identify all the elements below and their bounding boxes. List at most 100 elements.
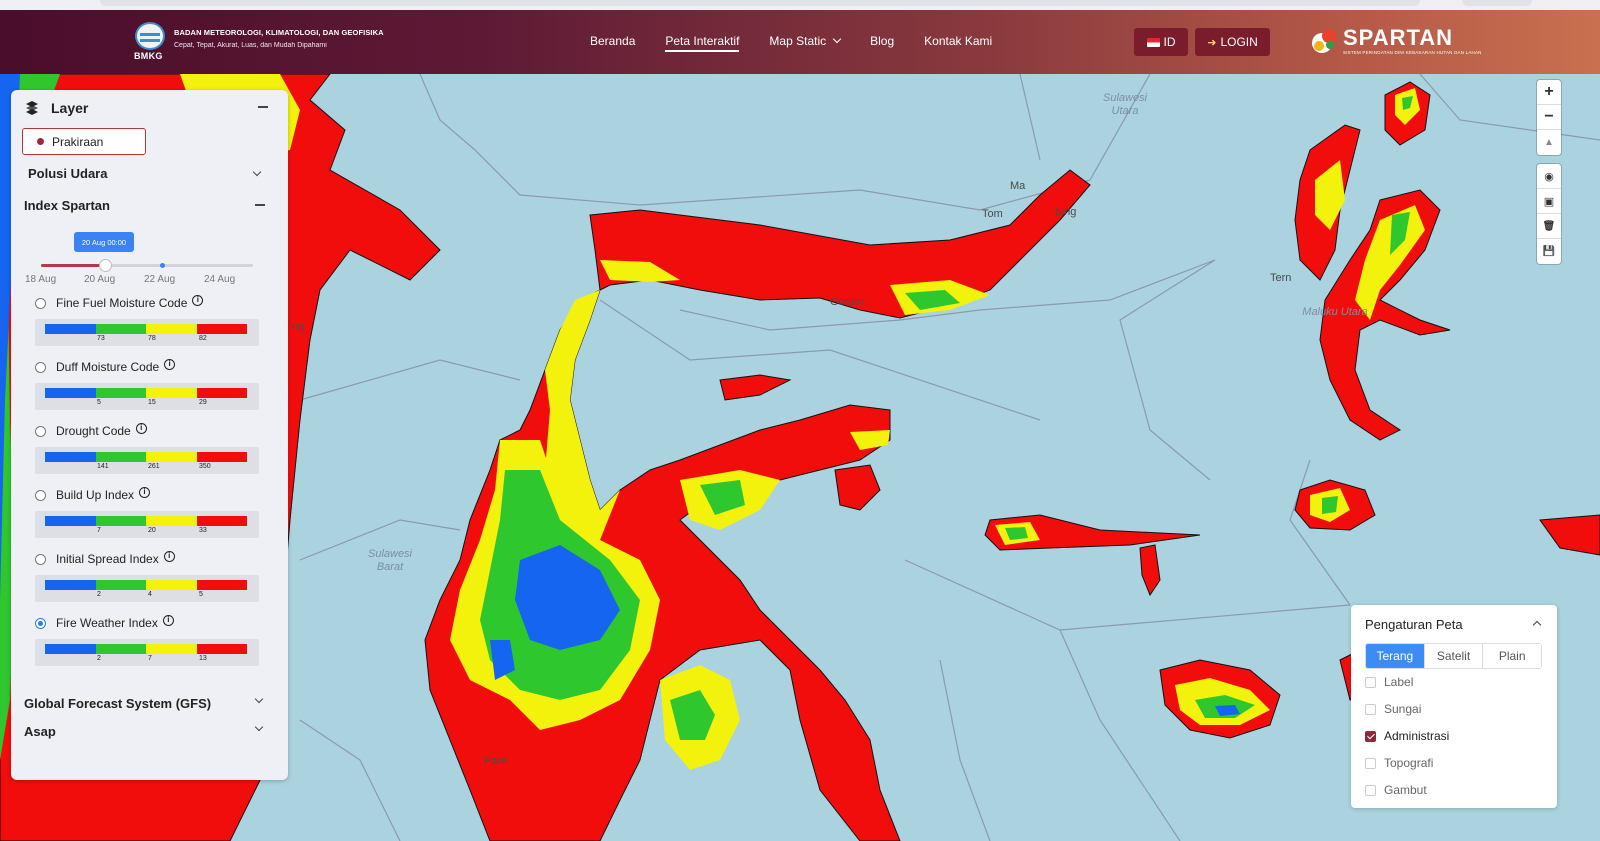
draw-marker-button[interactable]: ◉ [1537,164,1561,189]
section-polusi-udara[interactable]: Polusi Udara [28,166,107,181]
radio-button[interactable] [35,553,46,565]
legend-swatch [146,644,197,654]
info-icon[interactable]: i [192,294,204,306]
info-icon[interactable]: i [163,550,175,562]
overlay-toggle[interactable]: Sungai [1365,702,1421,716]
nav-kontak-kami[interactable]: Kontak Kami [924,34,992,48]
checkbox[interactable] [1365,703,1376,715]
overlay-toggle[interactable]: Administrasi [1365,729,1449,743]
chevron-down-icon[interactable] [254,694,264,704]
map-settings-panel: Pengaturan Peta Terang Satelit Plain Label… [1351,605,1557,808]
layer-panel: Layer Prakiraan Polusi Udara Index Spart… [11,90,288,780]
nav-beranda[interactable]: Beranda [590,34,635,48]
place-label: Pare [484,755,508,767]
delete-button[interactable]: 🗑 [1537,214,1561,239]
region-label-sulawesi-utara: Sulawesi Utara [1102,92,1148,117]
legend-value: 5 [97,399,101,406]
info-icon[interactable]: i [164,358,176,370]
legend-value: 29 [199,399,207,406]
legend-value: 7 [148,655,152,662]
radio-button[interactable] [35,361,46,373]
legend-swatch [196,452,247,462]
draw-polygon-button[interactable]: ▣ [1537,189,1561,214]
login-button[interactable]: ➜ LOGIN [1195,28,1270,56]
zoom-out-button[interactable]: − [1537,105,1561,130]
checkbox[interactable] [1365,730,1376,742]
legend-value: 20 [148,527,156,534]
index-option[interactable]: Duff Moisture Code i [35,358,176,374]
overlay-label: Administrasi [1384,729,1450,743]
nav-blog[interactable]: Blog [870,34,894,48]
base-layer-option[interactable]: Plain [1483,644,1541,668]
place-label: ng [292,321,305,333]
index-legend: 2 7 13 [35,639,259,666]
language-button[interactable]: ID [1134,28,1188,56]
info-icon[interactable]: i [162,614,174,626]
legend-color-bar [45,324,247,334]
collapse-section-button[interactable] [255,204,265,206]
layer-panel-title: Layer [51,100,89,116]
place-label: Ma [1010,180,1026,192]
login-label: LOGIN [1220,35,1258,49]
chevron-down-icon [832,34,842,44]
index-option[interactable]: Fire Weather Index i [35,614,174,630]
checkbox[interactable] [1365,757,1376,769]
checkbox[interactable] [1365,676,1376,688]
legend-swatch [45,516,96,526]
index-option[interactable]: Build Up Index i [35,486,151,502]
legend-swatch [95,516,146,526]
nav-map-static-label: Map Static [769,34,827,48]
info-icon[interactable]: i [135,422,147,434]
region-label-maluku-utara: Maluku Utara [1302,306,1368,318]
legend-value: 141 [97,463,109,470]
slider-handle[interactable] [98,259,112,272]
index-label: Fine Fuel Moisture Code [56,296,188,310]
index-option[interactable]: Drought Code i [35,422,147,438]
toolbar-edge [1462,0,1532,6]
section-gfs[interactable]: Global Forecast System (GFS) [24,696,211,711]
legend-swatch [196,580,247,590]
overlay-label: Topografi [1384,756,1434,770]
index-option[interactable]: Initial Spread Index i [35,550,175,566]
collapse-panel-button[interactable] [258,106,268,108]
bmkg-brand[interactable]: BMKG BADAN METEOROLOGI, KLIMATOLOGI, DAN… [134,22,384,62]
bmkg-globe-icon [135,22,165,50]
radio-button[interactable] [35,425,46,437]
nav-peta-interaktif[interactable]: Peta Interaktif [665,34,740,52]
reset-north-button[interactable]: ▲ [1537,130,1561,155]
legend-value: 78 [148,335,156,342]
overlay-toggle[interactable]: Gambut [1365,783,1427,797]
info-icon[interactable]: i [139,486,151,498]
legend-color-bar [45,516,247,526]
spartan-brand[interactable]: SPARTAN SISTEM PERINGATAN DINI KEBAKARAN… [1310,27,1482,57]
legend-swatch [95,324,146,334]
legend-swatch [45,388,96,398]
base-layer-option[interactable]: Terang [1366,644,1425,668]
legend-value: 350 [199,463,211,470]
language-label: ID [1163,35,1176,49]
radio-button[interactable] [35,617,46,629]
place-label: Tom [982,208,1003,220]
index-option[interactable]: Fine Fuel Moisture Code i [35,294,204,310]
time-slider[interactable] [41,259,253,272]
radio-button[interactable] [35,489,46,501]
checkbox[interactable] [1365,784,1376,796]
chevron-down-icon[interactable] [252,167,262,177]
section-index-spartan[interactable]: Index Spartan [24,198,110,213]
chevron-up-icon[interactable] [1532,620,1542,630]
overlay-label: Sungai [1384,702,1422,716]
save-button[interactable]: 💾 [1537,239,1561,264]
overlay-toggle[interactable]: Topografi [1365,756,1433,770]
chevron-down-icon[interactable] [254,722,264,732]
index-legend: 2 4 5 [35,575,259,602]
prakiraan-chip[interactable]: Prakiraan [22,128,146,155]
indonesia-flag-icon [1146,37,1160,47]
base-layer-option[interactable]: Satelit [1425,644,1484,668]
radio-button[interactable] [35,297,46,309]
nav-map-static[interactable]: Map Static [769,34,842,48]
legend-swatch [45,452,96,462]
zoom-controls: + − ▲ [1537,80,1561,155]
section-asap[interactable]: Asap [24,724,56,739]
zoom-in-button[interactable]: + [1537,80,1561,105]
overlay-toggle[interactable]: Label [1365,675,1413,689]
